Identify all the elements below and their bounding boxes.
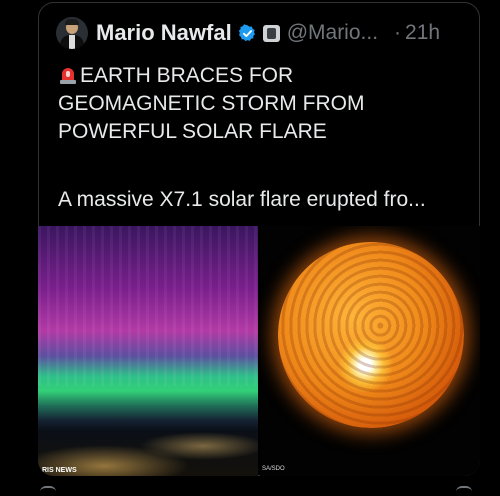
left-image-credit: RIS NEWS bbox=[42, 467, 77, 474]
author-handle[interactable]: @Mario... bbox=[287, 21, 378, 45]
right-image-credit: SA/SDO bbox=[262, 466, 285, 472]
title-line-1-text: EARTH BRACES FOR bbox=[80, 64, 294, 87]
affiliate-badge-icon[interactable] bbox=[262, 24, 280, 42]
post-media[interactable]: RIS NEWS SA/SDO bbox=[38, 226, 480, 476]
title-line-3: POWERFUL SOLAR FLARE bbox=[58, 120, 327, 143]
verified-badge-icon bbox=[238, 23, 255, 41]
share-icon[interactable] bbox=[456, 486, 472, 494]
aurora-photo[interactable]: RIS NEWS bbox=[38, 226, 258, 476]
aurora-rays bbox=[38, 226, 258, 386]
police-light-emoji-icon bbox=[60, 68, 76, 84]
action-bar bbox=[0, 484, 500, 496]
sun-texture bbox=[278, 242, 464, 428]
avatar[interactable] bbox=[56, 17, 88, 49]
separator-dot: · bbox=[394, 21, 402, 44]
title-line-1: EARTH BRACES FOR bbox=[58, 62, 478, 90]
post-title: EARTH BRACES FOR GEOMAGNETIC STORM FROM … bbox=[58, 62, 478, 146]
post-header: Mario Nawfal @Mario... · 21h bbox=[56, 16, 440, 50]
reply-icon[interactable] bbox=[40, 486, 56, 494]
author-name[interactable]: Mario Nawfal bbox=[96, 20, 232, 46]
post-timestamp[interactable]: 21h bbox=[405, 21, 440, 45]
post-snippet: A massive X7.1 solar flare erupted fro..… bbox=[58, 188, 426, 211]
title-line-2: GEOMAGNETIC STORM FROM bbox=[58, 92, 365, 115]
sun-photo[interactable]: SA/SDO bbox=[260, 226, 480, 476]
